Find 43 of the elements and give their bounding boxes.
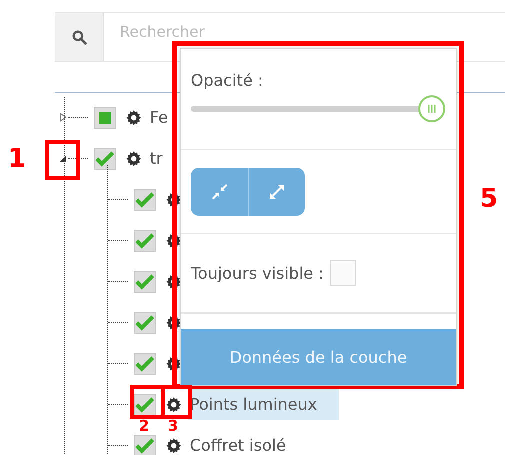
- check-icon: [135, 274, 155, 290]
- compress-icon: [210, 182, 228, 200]
- check-icon: [135, 232, 155, 248]
- checkbox[interactable]: [94, 148, 116, 170]
- gear-icon[interactable]: [166, 396, 182, 412]
- checkbox[interactable]: [134, 434, 156, 455]
- checkbox[interactable]: [134, 230, 156, 252]
- check-icon: [135, 356, 155, 372]
- search-button[interactable]: [55, 13, 104, 61]
- expand-arrows-icon: [268, 182, 286, 200]
- gear-icon[interactable]: [126, 110, 142, 126]
- checkbox[interactable]: [134, 312, 156, 334]
- checkbox[interactable]: [134, 394, 156, 416]
- check-icon: [135, 396, 155, 412]
- annotation-number: 3: [168, 419, 178, 434]
- checkbox[interactable]: [330, 260, 356, 286]
- shrink-button[interactable]: [191, 168, 248, 216]
- search-icon: [72, 30, 86, 44]
- check-icon: [135, 438, 155, 454]
- checkbox[interactable]: [134, 352, 156, 374]
- checkbox[interactable]: [94, 106, 116, 128]
- layer-name[interactable]: Points lumineux: [188, 389, 340, 420]
- opacity-slider[interactable]: [191, 95, 446, 123]
- layer-name[interactable]: tr: [148, 143, 171, 174]
- check-icon: [135, 314, 155, 330]
- check-icon: [95, 150, 115, 166]
- layer-name[interactable]: Coffret isolé: [188, 430, 294, 455]
- expand-button[interactable]: [248, 168, 305, 216]
- gear-icon[interactable]: [126, 150, 142, 166]
- checkbox[interactable]: [134, 270, 156, 292]
- layer-name[interactable]: Fe: [148, 102, 176, 133]
- checkbox[interactable]: [134, 188, 156, 210]
- check-icon: [135, 192, 155, 208]
- annotation-number: 1: [8, 146, 26, 172]
- annotation-number: 5: [480, 186, 498, 212]
- annotation-number: 2: [139, 419, 150, 434]
- gear-icon[interactable]: [166, 438, 182, 454]
- expand-icon[interactable]: [60, 113, 66, 122]
- collapse-icon[interactable]: [59, 154, 67, 162]
- slider-thumb[interactable]: [418, 95, 446, 123]
- opacity-label: Opacité :: [191, 71, 264, 90]
- always-visible-label: Toujours visible :: [191, 264, 324, 282]
- annotation-box: [45, 140, 80, 180]
